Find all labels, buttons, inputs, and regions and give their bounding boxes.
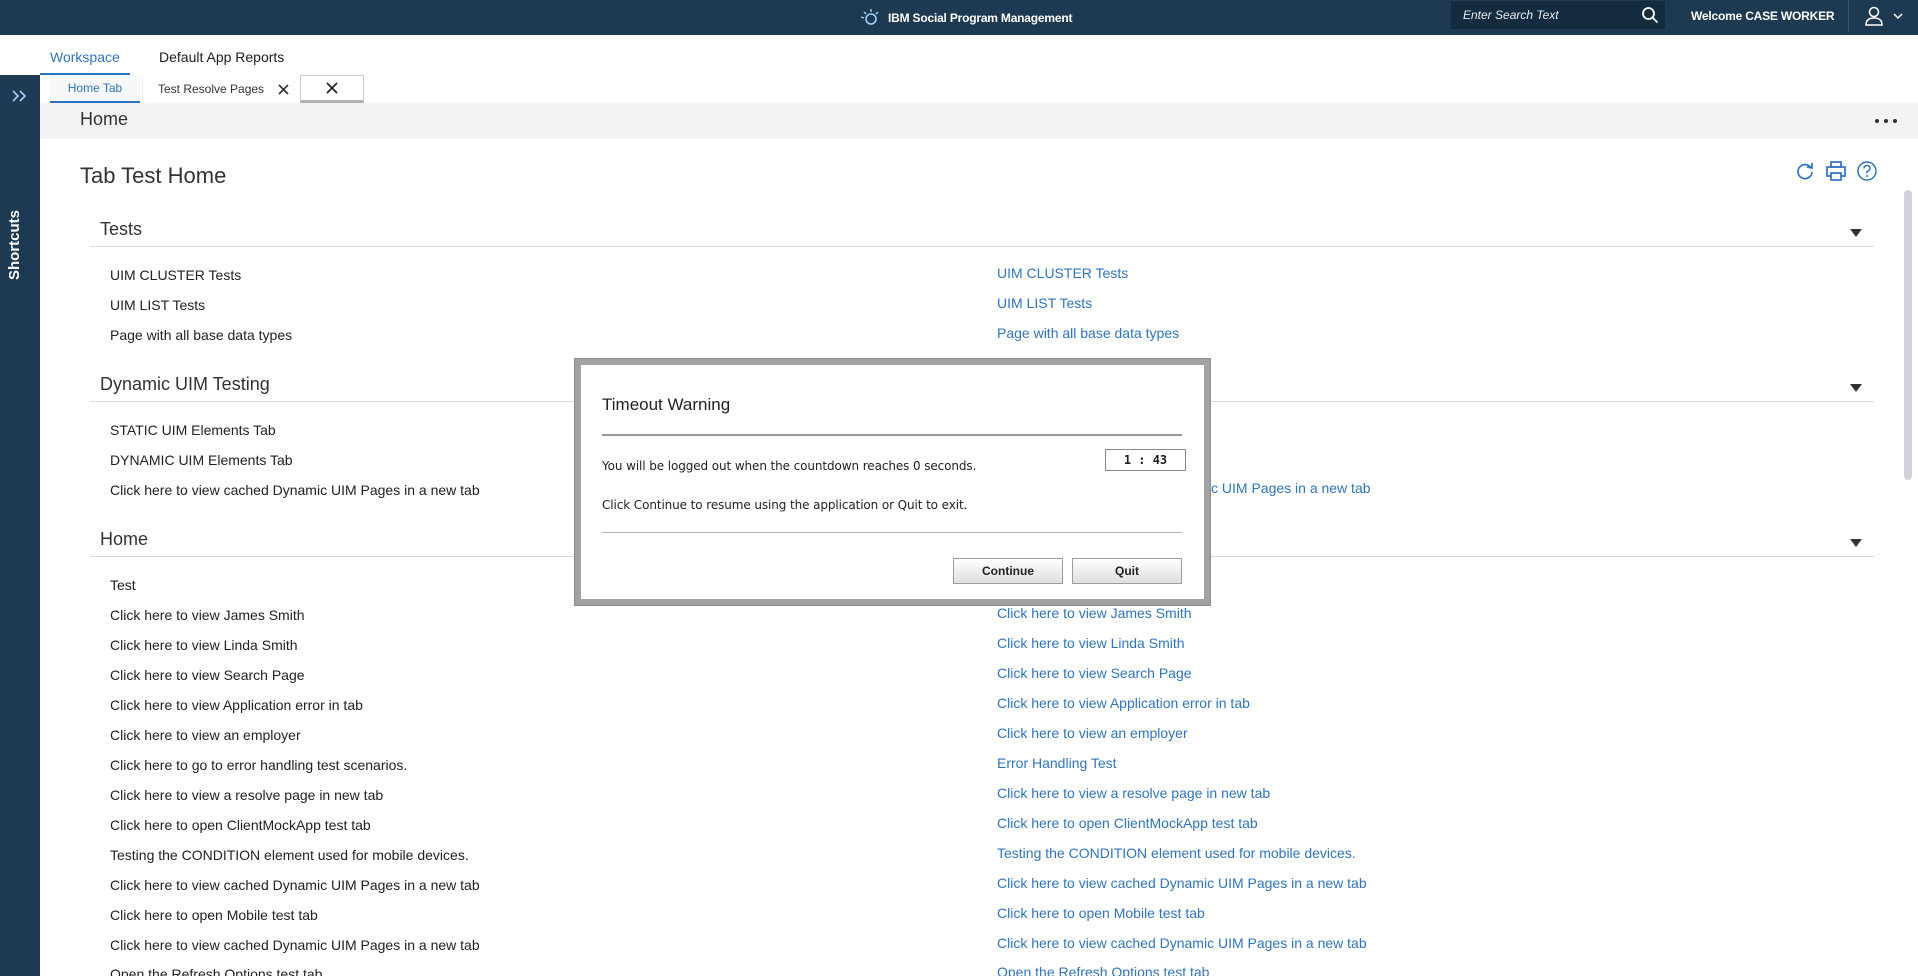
collapse-triangle-icon[interactable]	[1850, 229, 1862, 237]
link-view-search-page[interactable]: Click here to view Search Page	[997, 665, 1192, 681]
quit-button[interactable]: Quit	[1072, 558, 1182, 584]
list-item: Click here to view cached Dynamic UIM Pa…	[110, 482, 480, 498]
list-item: Click here to view a resolve page in new…	[110, 787, 384, 803]
list-item: UIM CLUSTER Tests	[110, 267, 242, 283]
help-icon[interactable]	[1856, 160, 1878, 182]
list-item: Click here to view Application error in …	[110, 697, 363, 713]
list-item: Click here to view Search Page	[110, 667, 305, 683]
countdown-timer: 1 : 43	[1105, 449, 1186, 471]
user-icon[interactable]	[1864, 6, 1883, 26]
link-cached-dynamic-uim[interactable]: Click here to view cached Dynamic UIM Pa…	[997, 875, 1367, 891]
list-item: Test	[110, 577, 136, 593]
refresh-icon[interactable]	[1794, 160, 1816, 182]
divider	[602, 532, 1182, 533]
divider	[602, 434, 1182, 436]
list-item: Page with all base data types	[110, 327, 293, 343]
sidebar-expand-button[interactable]	[0, 78, 40, 114]
close-icon[interactable]	[326, 82, 338, 94]
page-tabs: Home Tab Test Resolve Pages	[40, 75, 1918, 103]
section-tests-header[interactable]: Tests	[90, 213, 1874, 247]
brand-name: IBM Social Program Management	[888, 10, 1073, 25]
link-resolve-page-new-tab[interactable]: Click here to view a resolve page in new…	[997, 785, 1270, 801]
list-item: UIM LIST Tests	[110, 297, 206, 313]
brand: IBM Social Program Management	[860, 0, 1072, 35]
link-view-james-smith[interactable]: Click here to view James Smith	[997, 605, 1192, 621]
tab-label: Test Resolve Pages	[158, 82, 265, 96]
page-header: Home	[40, 103, 1918, 139]
dialog-title: Timeout Warning	[602, 395, 731, 414]
list-item: Testing the CONDITION element used for m…	[110, 847, 469, 863]
link-view-employer[interactable]: Click here to view an employer	[997, 725, 1188, 741]
more-options-icon[interactable]	[1873, 113, 1899, 129]
vertical-scrollbar[interactable]	[1904, 190, 1912, 480]
list-item: STATIC UIM Elements Tab	[110, 422, 276, 438]
welcome-text: Welcome CASE WORKER	[1691, 9, 1835, 23]
link-mobile-test-tab[interactable]: Click here to open Mobile test tab	[997, 905, 1205, 921]
close-icon[interactable]	[278, 83, 289, 95]
continue-button[interactable]: Continue	[953, 558, 1063, 584]
chevron-down-icon[interactable]	[1892, 12, 1903, 20]
section-title: Home	[100, 529, 149, 549]
link-cached-dynamic-uim-2[interactable]: Click here to view cached Dynamic UIM Pa…	[997, 935, 1367, 951]
timeout-warning-dialog: Timeout Warning You will be logged out w…	[574, 358, 1211, 606]
nav-tab-workspace[interactable]: Workspace	[40, 47, 130, 75]
list-item: Click here to view cached Dynamic UIM Pa…	[110, 877, 480, 893]
main-nav: Workspace Default App Reports	[0, 35, 1918, 75]
section-title: Tests	[100, 219, 143, 239]
link-base-data-types[interactable]: Page with all base data types	[997, 325, 1179, 341]
shortcuts-label[interactable]: Shortcuts	[6, 210, 23, 280]
ibm-logo-icon	[860, 8, 879, 25]
link-error-handling-test[interactable]: Error Handling Test	[997, 755, 1117, 771]
collapse-triangle-icon[interactable]	[1850, 539, 1862, 547]
shortcuts-sidebar: Shortcuts	[0, 75, 40, 976]
list-item: Click here to go to error handling test …	[110, 757, 408, 773]
link-cached-dynamic-uim-partial[interactable]: c UIM Pages in a new tab	[1211, 480, 1371, 496]
tab-home[interactable]: Home Tab	[50, 75, 140, 103]
page-title: Tab Test Home	[80, 163, 227, 188]
list-item: Click here to view an employer	[110, 727, 301, 743]
link-client-mock-app[interactable]: Click here to open ClientMockApp test ta…	[997, 815, 1258, 831]
list-item: Click here to open ClientMockApp test ta…	[110, 817, 371, 833]
dialog-instruction: Click Continue to resume using the appli…	[602, 498, 968, 512]
list-item: DYNAMIC UIM Elements Tab	[110, 452, 293, 468]
print-icon[interactable]	[1825, 160, 1847, 182]
list-item: Open the Refresh Options test tab	[110, 966, 323, 976]
dialog-body: Timeout Warning You will be logged out w…	[581, 365, 1204, 599]
link-view-application-error[interactable]: Click here to view Application error in …	[997, 695, 1250, 711]
double-chevron-right-icon	[12, 90, 27, 102]
top-bar: IBM Social Program Management Welcome CA…	[0, 0, 1918, 35]
search-box[interactable]	[1451, 1, 1665, 29]
link-view-linda-smith[interactable]: Click here to view Linda Smith	[997, 635, 1185, 651]
link-refresh-options[interactable]: Open the Refresh Options test tab	[997, 964, 1209, 976]
tab-close-all[interactable]	[300, 75, 364, 103]
search-icon[interactable]	[1641, 6, 1659, 24]
search-input[interactable]	[1451, 8, 1631, 22]
collapse-triangle-icon[interactable]	[1850, 384, 1862, 392]
list-item: Click here to view Linda Smith	[110, 637, 298, 653]
link-condition-element[interactable]: Testing the CONDITION element used for m…	[997, 845, 1356, 861]
nav-tab-default-app-reports[interactable]: Default App Reports	[149, 47, 294, 75]
list-item: Click here to open Mobile test tab	[110, 907, 318, 923]
page-actions	[1794, 160, 1878, 182]
header-title: Home	[80, 109, 129, 129]
section-title: Dynamic UIM Testing	[100, 374, 270, 394]
dialog-message: You will be logged out when the countdow…	[602, 459, 977, 473]
link-uim-cluster-tests[interactable]: UIM CLUSTER Tests	[997, 265, 1128, 281]
list-item: Click here to view cached Dynamic UIM Pa…	[110, 937, 480, 953]
list-item: Click here to view James Smith	[110, 607, 305, 623]
link-uim-list-tests[interactable]: UIM LIST Tests	[997, 295, 1092, 311]
user-menu[interactable]	[1848, 0, 1918, 32]
